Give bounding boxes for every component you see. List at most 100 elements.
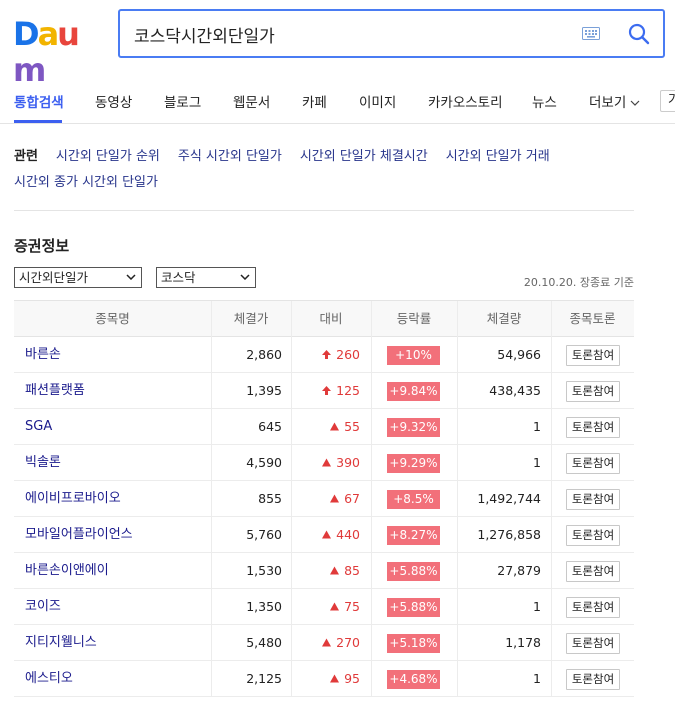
stock-rate-badge: +5.88% (387, 598, 440, 617)
tab-more[interactable]: 더보기 (589, 91, 640, 111)
tab-kakao-story[interactable]: 카카오스토리 (428, 91, 503, 111)
stock-volume: 27,879 (497, 563, 541, 578)
tab-web-docs[interactable]: 웹문서 (233, 91, 270, 111)
join-discussion-button[interactable]: 토론참여 (566, 381, 620, 402)
join-discussion-button[interactable]: 토론참여 (566, 525, 620, 546)
stock-change: 440 (292, 517, 360, 553)
join-discussion-button[interactable]: 토론참여 (566, 489, 620, 510)
stock-change: 270 (292, 625, 360, 661)
table-row: 에이비프로바이오 855 67 +8.5% 1,492,744 토론참여 (14, 481, 634, 517)
chevron-down-icon (630, 100, 640, 106)
join-discussion-button[interactable]: 토론참여 (566, 345, 620, 366)
tab-news[interactable]: 뉴스 (532, 91, 557, 111)
stock-price: 4,590 (246, 455, 282, 470)
stock-name-link[interactable]: 빅솔론 (25, 445, 61, 481)
header-change: 대비 (319, 311, 343, 326)
stock-name-link[interactable]: 패션플랫폼 (25, 373, 85, 409)
stock-volume: 1,276,858 (477, 527, 541, 542)
related-link[interactable]: 시간외 단일가 순위 (56, 149, 160, 164)
related-row-1: 관련 시간외 단일가 순위 주식 시간외 단일가 시간외 단일가 체결시간 시간외 단일… (14, 145, 568, 164)
stock-name-link[interactable]: 바른손 (25, 337, 61, 373)
table-row: 빅솔론 4,590 390 +9.29% 1 토론참여 (14, 445, 634, 481)
stock-volume: 1 (533, 455, 541, 470)
stock-price: 645 (258, 419, 282, 434)
table-row: SGA 645 55 +9.32% 1 토론참여 (14, 409, 634, 445)
join-discussion-button[interactable]: 토론참여 (566, 633, 620, 654)
join-discussion-button[interactable]: 토론참여 (566, 453, 620, 474)
stock-change: 260 (292, 337, 360, 373)
logo-letter-u: u (57, 15, 80, 53)
stock-change-value: 55 (344, 419, 360, 434)
upper-limit-arrow-icon (322, 386, 332, 395)
stock-rate-badge: +8.5% (387, 490, 440, 509)
join-discussion-button[interactable]: 토론참여 (566, 669, 620, 690)
stock-change: 390 (292, 445, 360, 481)
stock-volume: 1,492,744 (477, 491, 541, 506)
table-row: 바른손이앤에이 1,530 85 +5.88% 27,879 토론참여 (14, 553, 634, 589)
related-link[interactable]: 시간외 종가 시간외 단일가 (14, 175, 158, 190)
logo-letter-a: a (37, 15, 60, 53)
related-link[interactable]: 시간외 단일가 체결시간 (300, 149, 428, 164)
stock-rate-badge: +4.68% (387, 670, 440, 689)
active-tab-indicator (14, 120, 62, 123)
daum-logo[interactable]: Daum (13, 15, 103, 88)
tab-integrated[interactable]: 통합검색 (14, 91, 64, 111)
stock-rate-badge: +5.88% (387, 562, 440, 581)
stock-change: 85 (292, 553, 360, 589)
header-rate: 등락률 (396, 311, 432, 326)
header: Daum (0, 0, 675, 88)
stock-change-value: 390 (336, 455, 360, 470)
stock-price: 5,760 (246, 527, 282, 542)
table-row: 패션플랫폼 1,395 125 +9.84% 438,435 토론참여 (14, 373, 634, 409)
related-link[interactable]: 시간외 단일가 거래 (446, 149, 550, 164)
stock-name-link[interactable]: 에이비프로바이오 (25, 481, 121, 517)
up-triangle-icon (330, 602, 340, 611)
stock-volume: 1 (533, 599, 541, 614)
search-tabs: 통합검색 동영상 블로그 웹문서 카페 이미지 카카오스토리 뉴스 더보기 가 (0, 78, 675, 124)
stock-name-link[interactable]: 코이즈 (25, 589, 61, 625)
up-triangle-icon (330, 422, 340, 431)
stock-volume: 1,178 (505, 635, 541, 650)
stock-change: 55 (292, 409, 360, 445)
tab-image[interactable]: 이미지 (359, 91, 396, 111)
table-header: 종목명 체결가 대비 등락률 체결량 종목토론 (14, 301, 634, 337)
stock-name-link[interactable]: 바른손이앤에이 (25, 553, 109, 589)
market-select[interactable]: 코스닥 (156, 267, 256, 288)
stock-name-link[interactable]: 지티지웰니스 (25, 625, 97, 661)
join-discussion-button[interactable]: 토론참여 (566, 597, 620, 618)
trade-type-select[interactable]: 시간외단일가 (14, 267, 142, 288)
join-discussion-button[interactable]: 토론참여 (566, 417, 620, 438)
stock-price: 1,395 (246, 383, 282, 398)
stock-price: 2,125 (246, 671, 282, 686)
stock-name-link[interactable]: 모바일어플라이언스 (25, 517, 133, 553)
stock-rate-badge: +10% (387, 346, 440, 365)
stock-change-value: 85 (344, 563, 360, 578)
stock-change-value: 440 (336, 527, 360, 542)
keyboard-icon[interactable] (582, 27, 600, 40)
tab-cafe[interactable]: 카페 (302, 91, 327, 111)
header-discussion: 종목토론 (569, 311, 616, 326)
table-row: 에스티오 2,125 95 +4.68% 1 토론참여 (14, 661, 634, 697)
join-discussion-button[interactable]: 토론참여 (566, 561, 620, 582)
stock-name-link[interactable]: SGA (25, 409, 52, 445)
stock-name-link[interactable]: 에스티오 (25, 661, 73, 697)
stock-change: 125 (292, 373, 360, 409)
search-input[interactable] (134, 19, 574, 49)
tab-video[interactable]: 동영상 (95, 91, 132, 111)
stock-change-value: 67 (344, 491, 360, 506)
stock-change-value: 125 (336, 383, 360, 398)
up-triangle-icon (330, 566, 340, 575)
stock-change: 95 (292, 661, 360, 697)
stock-rate-badge: +9.84% (387, 382, 440, 401)
stock-volume: 438,435 (489, 383, 541, 398)
stock-volume: 1 (533, 671, 541, 686)
upper-limit-arrow-icon (322, 350, 332, 359)
related-link[interactable]: 주식 시간외 단일가 (178, 149, 282, 164)
search-icon[interactable] (628, 23, 650, 45)
up-triangle-icon (330, 674, 340, 683)
tab-blog[interactable]: 블로그 (164, 91, 201, 111)
font-size-button[interactable]: 가 (660, 90, 675, 112)
table-row: 모바일어플라이언스 5,760 440 +8.27% 1,276,858 토론참여 (14, 517, 634, 553)
stock-price: 2,860 (246, 347, 282, 362)
stock-change-value: 75 (344, 599, 360, 614)
